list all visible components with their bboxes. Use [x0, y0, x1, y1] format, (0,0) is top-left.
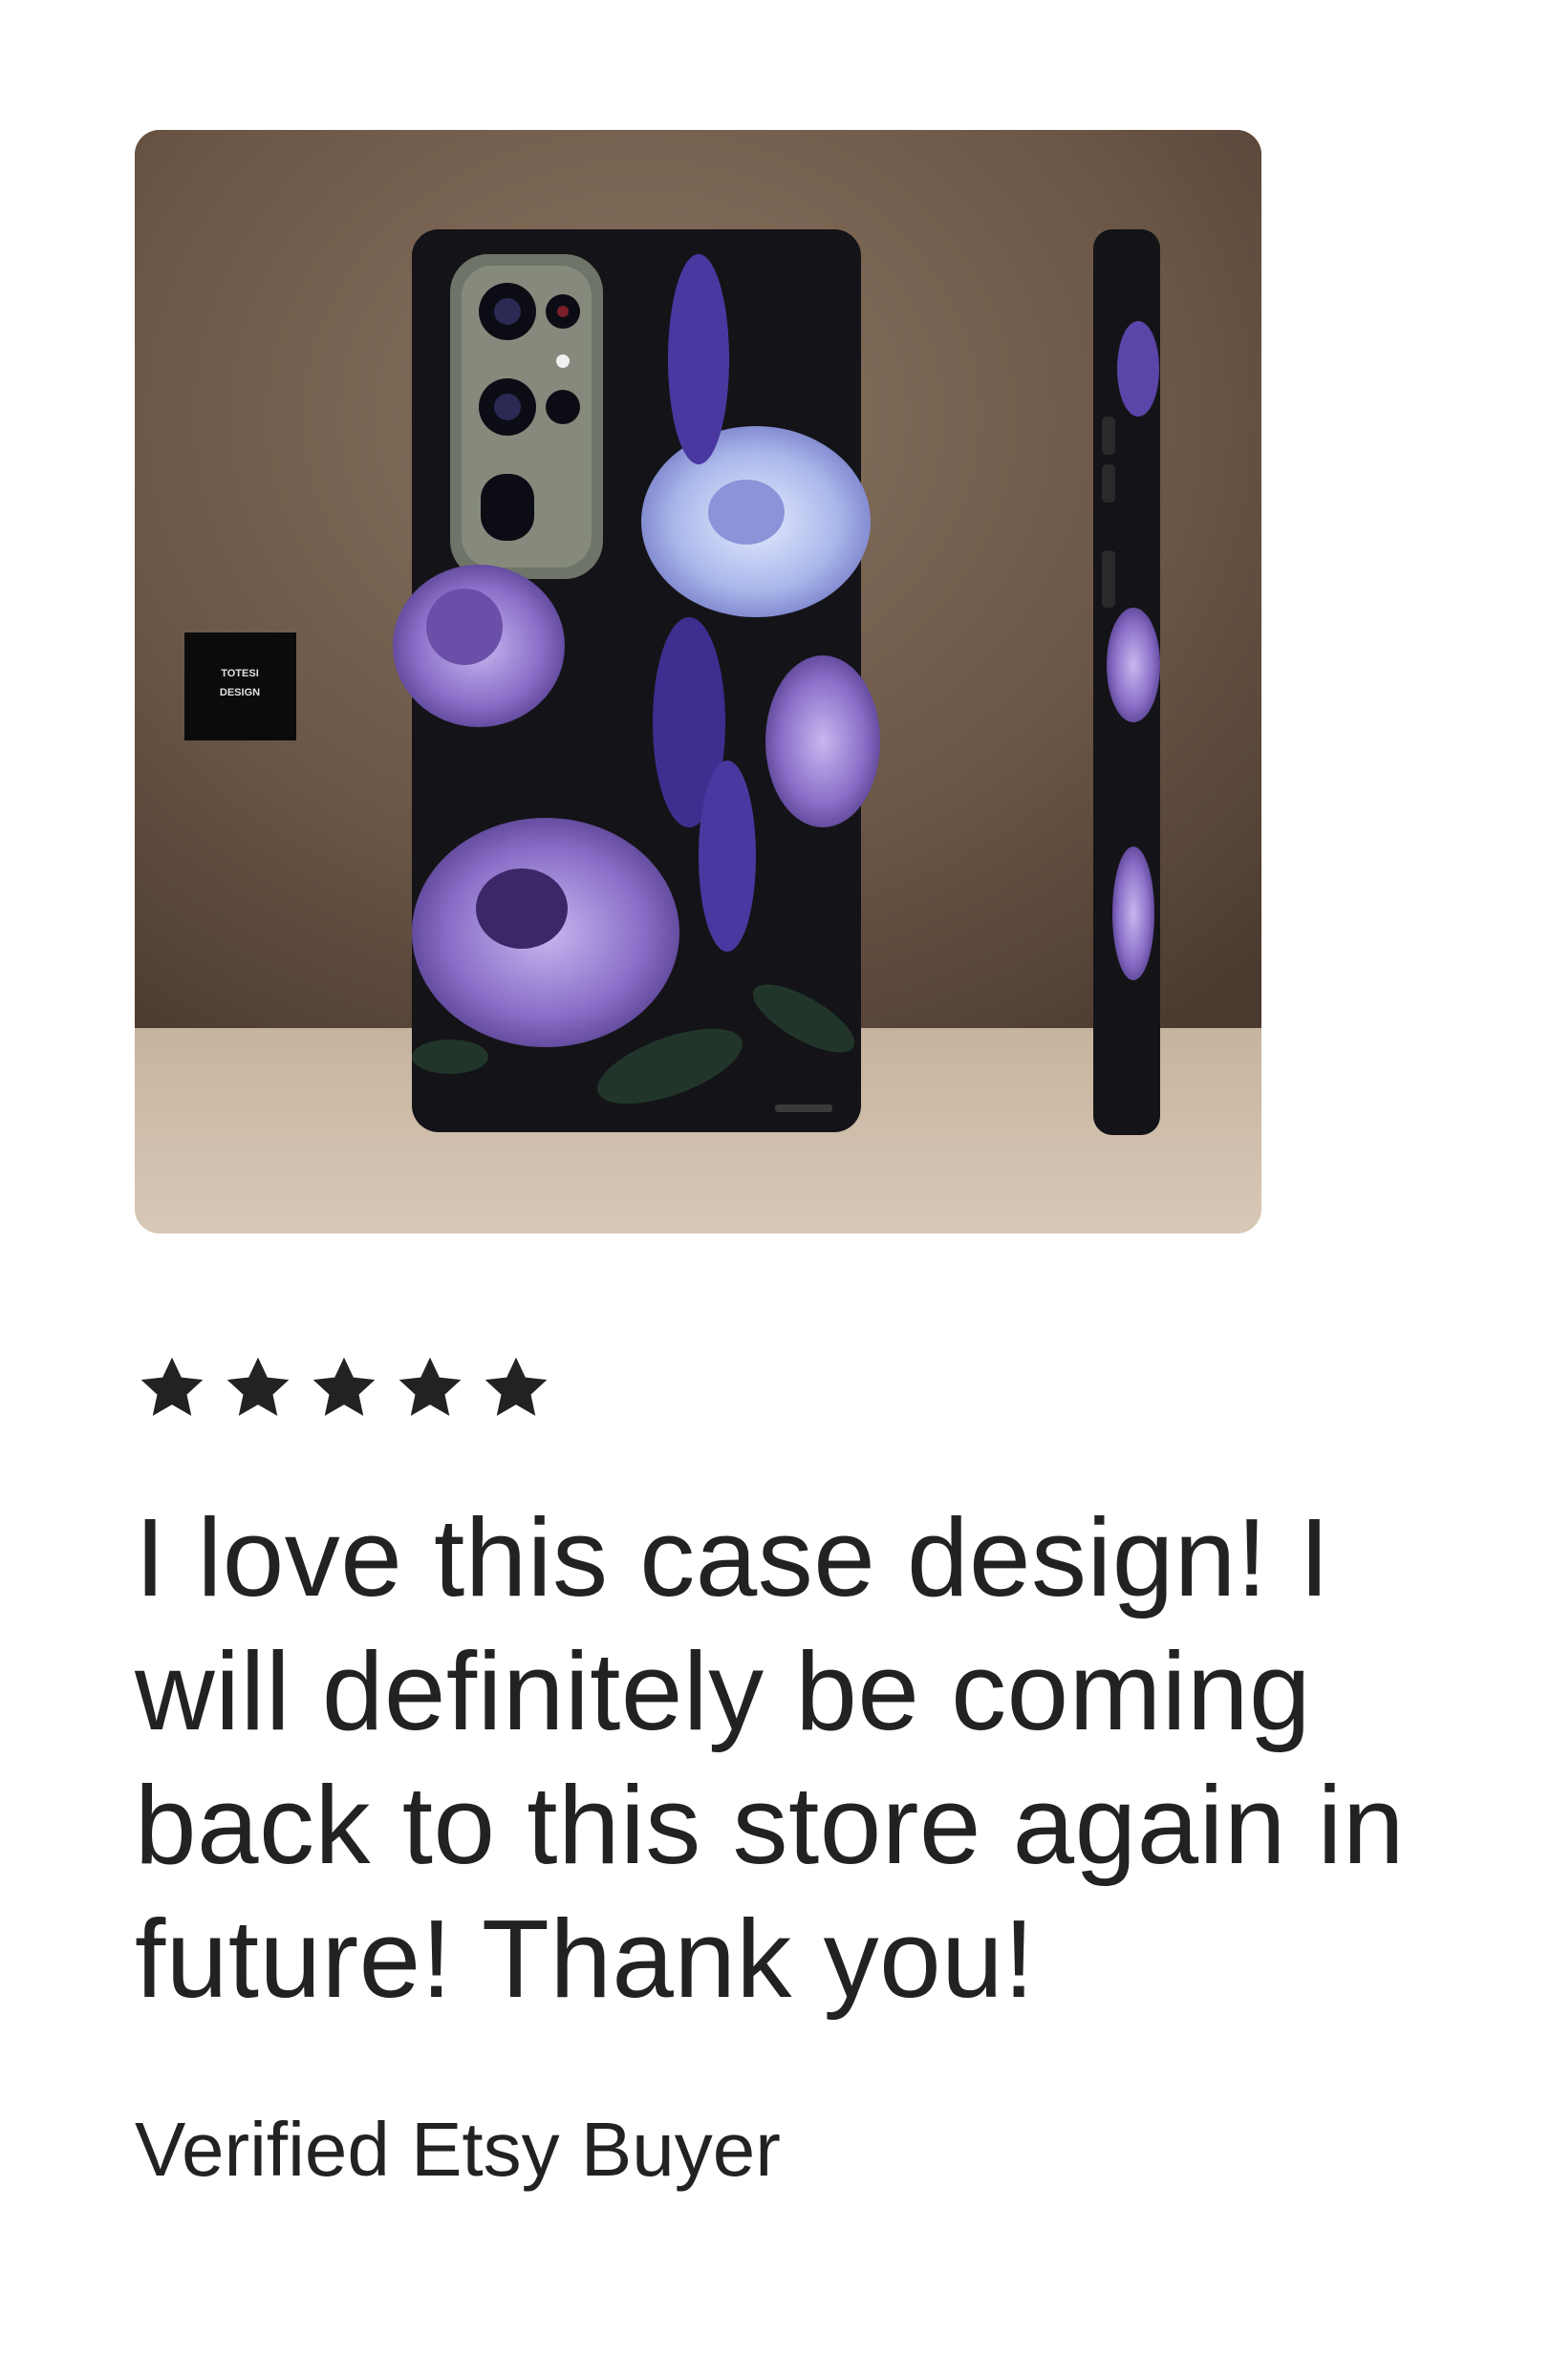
review-text: I love this case design! I will definite… [135, 1495, 1405, 2021]
phone-case-photo: TOTESI DESIGN [135, 130, 1261, 1233]
star-rating [135, 1352, 553, 1425]
reviewer-name: Verified Etsy Buyer [135, 2107, 781, 2192]
star-icon [312, 1357, 376, 1416]
star-icon [140, 1357, 204, 1416]
product-image[interactable]: TOTESI DESIGN [135, 130, 1261, 1233]
star-icon [485, 1357, 548, 1416]
svg-text:DESIGN: DESIGN [220, 687, 260, 698]
star-icon [399, 1357, 462, 1416]
svg-text:TOTESI: TOTESI [221, 668, 259, 679]
star-icon [226, 1357, 290, 1416]
